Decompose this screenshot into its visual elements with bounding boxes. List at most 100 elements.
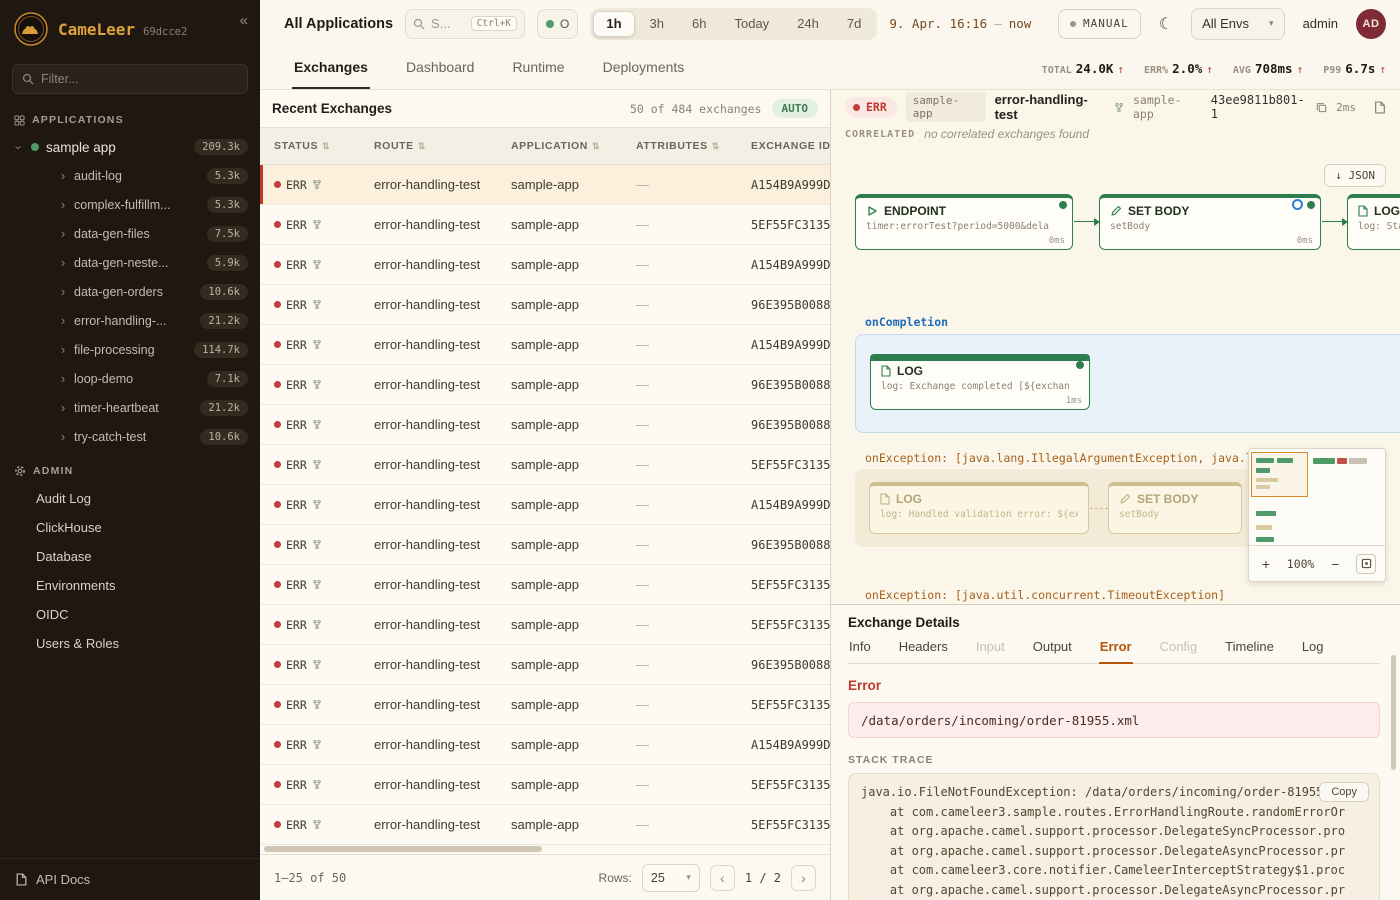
minimap-area[interactable] [1249, 449, 1385, 545]
table-body: ERR error-handling-test sample-app — A15… [260, 165, 830, 854]
time-range-button[interactable]: Today [721, 11, 782, 37]
flow-node-log[interactable]: LOG log: Sta [1347, 194, 1400, 250]
exchange-row[interactable]: ERR error-handling-test sample-app — 5EF… [260, 805, 830, 845]
sidebar-route-item[interactable]: › audit-log 5.3k [0, 161, 260, 190]
exchange-row[interactable]: ERR error-handling-test sample-app — 96E… [260, 525, 830, 565]
sidebar-route-item[interactable]: › loop-demo 7.1k [0, 364, 260, 393]
flow-minimap[interactable]: + 100% − [1248, 448, 1386, 582]
route-count-badge: 10.6k [200, 284, 248, 300]
sidebar-filter-input[interactable] [41, 72, 238, 86]
flow-node-exception-setbody[interactable]: SET BODY setBody [1108, 482, 1242, 534]
time-range-button[interactable]: 6h [679, 11, 719, 37]
sidebar-admin-item[interactable]: Environments [0, 571, 260, 600]
sidebar-admin-item[interactable]: Users & Roles [0, 629, 260, 658]
time-range-button[interactable]: 1h [593, 11, 634, 37]
main-tab[interactable]: Dashboard [404, 49, 477, 89]
date-range-picker[interactable]: 9. Apr. 16:16 — now [889, 16, 1031, 31]
details-tab[interactable]: Input [975, 639, 1006, 664]
stat-item: AVG 708ms ↑ [1233, 61, 1303, 76]
exchange-row[interactable]: ERR error-handling-test sample-app — 96E… [260, 645, 830, 685]
exchange-row[interactable]: ERR error-handling-test sample-app — 5EF… [260, 205, 830, 245]
time-range-button[interactable]: 24h [784, 11, 832, 37]
sidebar-route-item[interactable]: › try-catch-test 10.6k [0, 422, 260, 451]
environment-select[interactable]: All Envs ▾ [1191, 8, 1285, 40]
sidebar-route-item[interactable]: › timer-heartbeat 21.2k [0, 393, 260, 422]
flow-canvas[interactable]: ↓ JSON ENDPOINT timer:errorTest?period=5… [831, 150, 1400, 604]
horizontal-scrollbar[interactable] [264, 846, 542, 852]
sidebar-route-item[interactable]: › file-processing 114.7k [0, 335, 260, 364]
rows-per-page-select[interactable]: 25 ▾ [642, 864, 700, 892]
sidebar-route-item[interactable]: › data-gen-orders 10.6k [0, 277, 260, 306]
sidebar-admin-item[interactable]: OIDC [0, 600, 260, 629]
download-json-button[interactable]: ↓ JSON [1324, 164, 1386, 187]
sidebar-filter[interactable] [12, 64, 248, 94]
details-tab[interactable]: Output [1032, 639, 1073, 664]
auto-refresh-badge[interactable]: AUTO [772, 99, 819, 118]
details-tab[interactable]: Headers [898, 639, 949, 664]
exchange-row[interactable]: ERR error-handling-test sample-app — 5EF… [260, 685, 830, 725]
details-tab[interactable]: Timeline [1224, 639, 1275, 664]
main-tab[interactable]: Runtime [510, 49, 566, 89]
copy-icon[interactable] [1316, 102, 1327, 113]
exchange-row[interactable]: ERR error-handling-test sample-app — A15… [260, 325, 830, 365]
main-tab[interactable]: Exchanges [292, 49, 370, 89]
details-tab[interactable]: Error [1099, 639, 1133, 664]
avatar[interactable]: AD [1356, 9, 1386, 39]
exchange-row[interactable]: ERR error-handling-test sample-app — 5EF… [260, 605, 830, 645]
column-header[interactable]: EXCHANGE ID ⇅ [737, 128, 830, 164]
exchange-row[interactable]: ERR error-handling-test sample-app — 96E… [260, 285, 830, 325]
column-header[interactable]: APPLICATION ⇅ [497, 128, 622, 164]
exchange-row[interactable]: ERR error-handling-test sample-app — 5EF… [260, 445, 830, 485]
exchange-row[interactable]: ERR error-handling-test sample-app — A15… [260, 245, 830, 285]
sort-icon: ⇅ [418, 141, 426, 152]
column-header[interactable]: ROUTE ⇅ [360, 128, 497, 164]
exchange-details-panel: Exchange Details InfoHeadersInputOutputE… [831, 605, 1400, 900]
column-header[interactable]: ATTRIBUTES ⇅ [622, 128, 737, 164]
global-search-input[interactable]: S... Ctrl+K [405, 9, 525, 39]
details-tab[interactable]: Info [848, 639, 872, 664]
sidebar-route-item[interactable]: › complex-fulfillm... 5.3k [0, 190, 260, 219]
exchange-row[interactable]: ERR error-handling-test sample-app — 5EF… [260, 565, 830, 605]
flow-node-exception-log[interactable]: LOG log: Handled validation error: ${exc… [869, 482, 1089, 534]
flow-node-setbody[interactable]: SET BODY setBody 0ms [1099, 194, 1321, 250]
exchange-row[interactable]: ERR error-handling-test sample-app — A15… [260, 165, 830, 205]
vertical-scrollbar[interactable] [1391, 655, 1396, 770]
online-status-pill[interactable]: O [537, 9, 578, 39]
time-range-button[interactable]: 3h [637, 11, 677, 37]
sidebar-collapse-button[interactable]: « [240, 12, 248, 29]
dark-mode-toggle[interactable]: ☾ [1159, 14, 1173, 34]
copy-document-icon[interactable] [1374, 101, 1386, 114]
prev-page-button[interactable]: ‹ [710, 865, 735, 891]
refresh-mode-button[interactable]: MANUAL [1058, 9, 1141, 39]
sidebar-api-docs[interactable]: API Docs [0, 858, 260, 900]
exchange-row[interactable]: ERR error-handling-test sample-app — 96E… [260, 365, 830, 405]
applications-section-label: APPLICATIONS [0, 100, 260, 133]
sort-icon: ⇅ [592, 141, 600, 152]
sidebar-admin-item[interactable]: Audit Log [0, 484, 260, 513]
exchange-row[interactable]: ERR error-handling-test sample-app — A15… [260, 725, 830, 765]
flow-node-completion-log[interactable]: LOG log: Exchange completed [${exchan 1m… [870, 354, 1090, 410]
exchange-row[interactable]: ERR error-handling-test sample-app — 96E… [260, 405, 830, 445]
stack-trace-line: at org.apache.camel.support.processor.De… [861, 842, 1367, 862]
sidebar-route-item[interactable]: › data-gen-neste... 5.9k [0, 248, 260, 277]
exchange-row[interactable]: ERR error-handling-test sample-app — 5EF… [260, 765, 830, 805]
route-name: error-handling-test [995, 92, 1124, 122]
sidebar-route-item[interactable]: › data-gen-files 7.5k [0, 219, 260, 248]
sidebar-admin-item[interactable]: ClickHouse [0, 513, 260, 542]
next-page-button[interactable]: › [791, 865, 816, 891]
details-tab[interactable]: Log [1301, 639, 1325, 664]
column-header[interactable]: STATUS ⇅ [260, 128, 360, 164]
copy-button[interactable]: Copy [1319, 782, 1369, 802]
sidebar-admin-item[interactable]: Database [0, 542, 260, 571]
main-tab[interactable]: Deployments [601, 49, 687, 89]
fit-view-button[interactable] [1356, 554, 1376, 574]
details-tab[interactable]: Config [1159, 639, 1199, 664]
flow-node-endpoint[interactable]: ENDPOINT timer:errorTest?period=5000&del… [855, 194, 1073, 250]
exchange-row[interactable]: ERR error-handling-test sample-app — A15… [260, 485, 830, 525]
zoom-in-button[interactable]: + [1258, 556, 1274, 572]
sidebar-route-item[interactable]: › error-handling-... 21.2k [0, 306, 260, 335]
zoom-out-button[interactable]: − [1327, 556, 1343, 572]
node-status-dot [1076, 361, 1084, 369]
sidebar-app-sample-app[interactable]: › sample app 209.3k [0, 133, 260, 161]
time-range-button[interactable]: 7d [834, 11, 874, 37]
